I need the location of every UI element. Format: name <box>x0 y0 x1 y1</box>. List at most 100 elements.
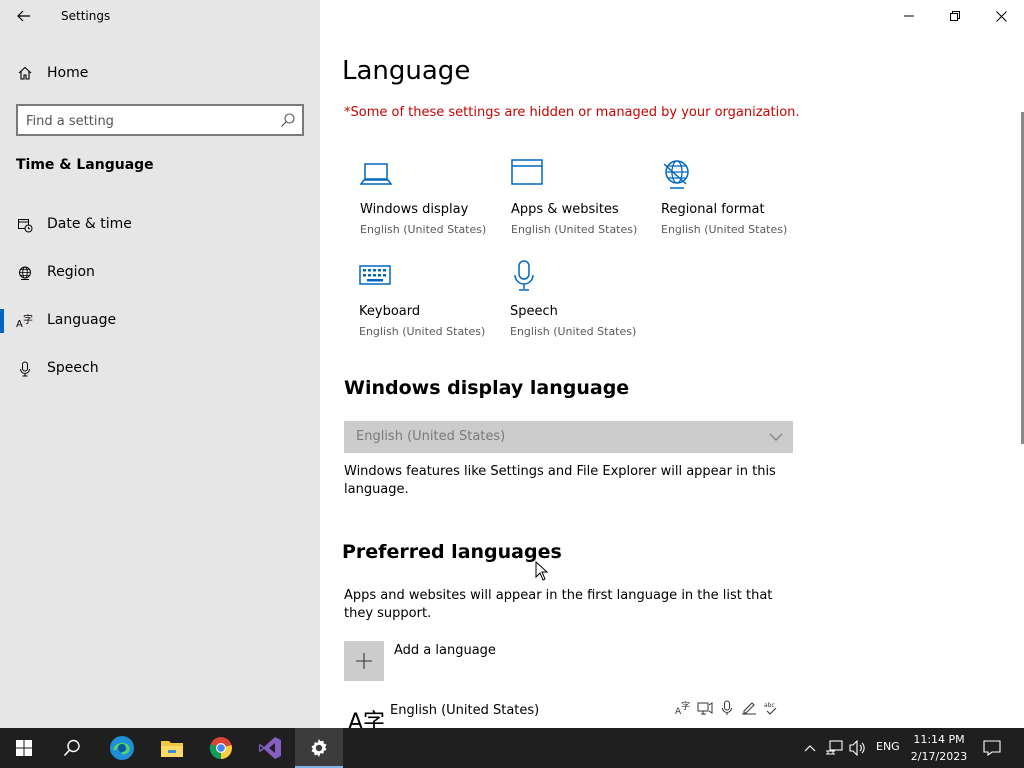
display-language-heading: Windows display language <box>344 377 630 399</box>
taskbar: ENG 11:14 PM 2/17/2023 <box>0 728 1024 768</box>
sidebar: Settings Home Time & Language Date & tim… <box>0 0 320 728</box>
dropdown-value: English (United States) <box>356 429 506 444</box>
active-indicator <box>0 309 4 333</box>
language-list-item[interactable]: A字 English (United States) A字 abc <box>344 697 794 728</box>
tile-name: Keyboard <box>359 304 421 319</box>
sidebar-item-speech[interactable]: Speech <box>0 349 320 389</box>
tile-sub: English (United States) <box>511 223 638 236</box>
close-button[interactable] <box>978 0 1024 32</box>
volume-icon <box>849 740 865 756</box>
preferred-languages-heading: Preferred languages <box>342 541 562 563</box>
preferred-languages-description: Apps and websites will appear in the fir… <box>344 588 773 621</box>
tile-sub: English (United States) <box>510 325 637 338</box>
microphone-icon <box>16 360 34 378</box>
plus-icon <box>344 641 384 681</box>
clock-time: 11:14 PM <box>913 733 965 746</box>
tile-speech[interactable]: Speech English (United States) <box>510 260 660 350</box>
action-center-button[interactable] <box>982 738 1002 758</box>
search-input[interactable] <box>26 111 276 131</box>
input-language-indicator[interactable]: ENG <box>876 740 900 753</box>
svg-text:字: 字 <box>23 313 33 326</box>
tile-apps-websites[interactable]: Apps & websites English (United States) <box>511 158 661 248</box>
volume-tray-button[interactable] <box>848 738 868 758</box>
sidebar-item-language[interactable]: A字 Language <box>0 301 320 341</box>
search-icon <box>63 739 80 757</box>
tile-sub: English (United States) <box>360 223 487 236</box>
taskbar-edge[interactable] <box>98 728 146 768</box>
globe-icon <box>663 160 689 189</box>
search-icon[interactable] <box>280 112 296 128</box>
sidebar-item-label: Date & time <box>47 216 132 232</box>
visual-studio-icon <box>259 737 281 759</box>
language-name: English (United States) <box>390 703 540 718</box>
page-title: Language <box>342 56 471 86</box>
svg-text:字: 字 <box>681 700 690 712</box>
tile-name: Apps & websites <box>511 202 619 217</box>
spell-check-feature-icon: abc <box>762 699 780 717</box>
taskbar-file-explorer[interactable] <box>148 728 196 768</box>
nav-home[interactable]: Home <box>0 56 320 90</box>
sidebar-item-region[interactable]: Region <box>0 253 320 293</box>
display-language-description: Windows features like Settings and File … <box>344 464 776 497</box>
settings-icon <box>311 739 327 757</box>
taskbar-chrome[interactable] <box>197 728 245 768</box>
display-language-dropdown[interactable]: English (United States) <box>344 421 793 453</box>
restore-button[interactable] <box>932 0 978 32</box>
org-notice: *Some of these settings are hidden or ma… <box>344 105 800 120</box>
search-box[interactable] <box>16 104 304 136</box>
sidebar-item-date-time[interactable]: Date & time <box>0 205 320 245</box>
tile-name: Speech <box>510 304 558 319</box>
calendar-clock-icon <box>16 216 34 234</box>
svg-text:A: A <box>16 319 23 329</box>
network-icon <box>826 740 843 755</box>
svg-text:abc: abc <box>764 702 775 709</box>
taskbar-settings[interactable] <box>295 728 343 768</box>
taskbar-search-button[interactable] <box>48 728 96 768</box>
notification-icon <box>983 740 1001 756</box>
tile-name: Windows display <box>360 202 469 217</box>
language-glyph-icon: A字 <box>348 710 386 728</box>
home-icon <box>16 64 34 82</box>
tile-sub: English (United States) <box>359 325 486 338</box>
tile-keyboard[interactable]: Keyboard English (United States) <box>359 260 509 350</box>
show-hidden-icons-button[interactable] <box>800 738 820 758</box>
chevron-up-icon <box>804 745 816 752</box>
minimize-button[interactable] <box>886 0 932 32</box>
laptop-icon <box>360 163 392 185</box>
section-title: Time & Language <box>16 157 154 173</box>
add-language-label: Add a language <box>394 643 496 658</box>
tile-windows-display[interactable]: Windows display English (United States) <box>360 158 510 248</box>
start-button[interactable] <box>0 728 48 768</box>
restore-icon <box>950 11 960 21</box>
taskbar-clock[interactable]: 11:14 PM 2/17/2023 <box>906 731 972 765</box>
app-title: Settings <box>61 9 111 23</box>
chevron-down-icon <box>769 433 783 441</box>
back-arrow-icon <box>17 10 30 22</box>
sidebar-item-label: Region <box>47 264 95 280</box>
clock-date: 2/17/2023 <box>910 750 968 763</box>
sidebar-item-label: Language <box>47 312 117 328</box>
title-bar: Settings <box>0 0 320 32</box>
main-content: Language *Some of these settings are hid… <box>320 0 1024 728</box>
taskbar-visual-studio[interactable] <box>246 728 294 768</box>
add-language-button[interactable]: Add a language <box>344 641 644 681</box>
tile-regional-format[interactable]: Regional format English (United States) <box>661 158 811 248</box>
globe-icon <box>16 264 34 282</box>
start-icon <box>16 740 32 756</box>
sidebar-item-label: Speech <box>47 360 99 376</box>
language-icon: A字 <box>16 312 34 330</box>
tile-name: Regional format <box>661 202 765 217</box>
mouse-cursor-icon <box>535 561 549 581</box>
window-icon <box>511 159 543 185</box>
network-tray-button[interactable] <box>824 738 844 758</box>
text-to-speech-feature-icon <box>696 699 714 717</box>
display-language-feature-icon: A字 <box>674 699 692 717</box>
speech-recognition-feature-icon <box>718 699 736 717</box>
handwriting-feature-icon <box>740 699 758 717</box>
minimize-icon <box>904 15 914 17</box>
back-button[interactable] <box>8 4 40 28</box>
edge-icon <box>110 736 134 760</box>
chrome-icon <box>209 737 232 760</box>
microphone-icon <box>514 260 534 291</box>
nav-home-label: Home <box>47 65 89 81</box>
